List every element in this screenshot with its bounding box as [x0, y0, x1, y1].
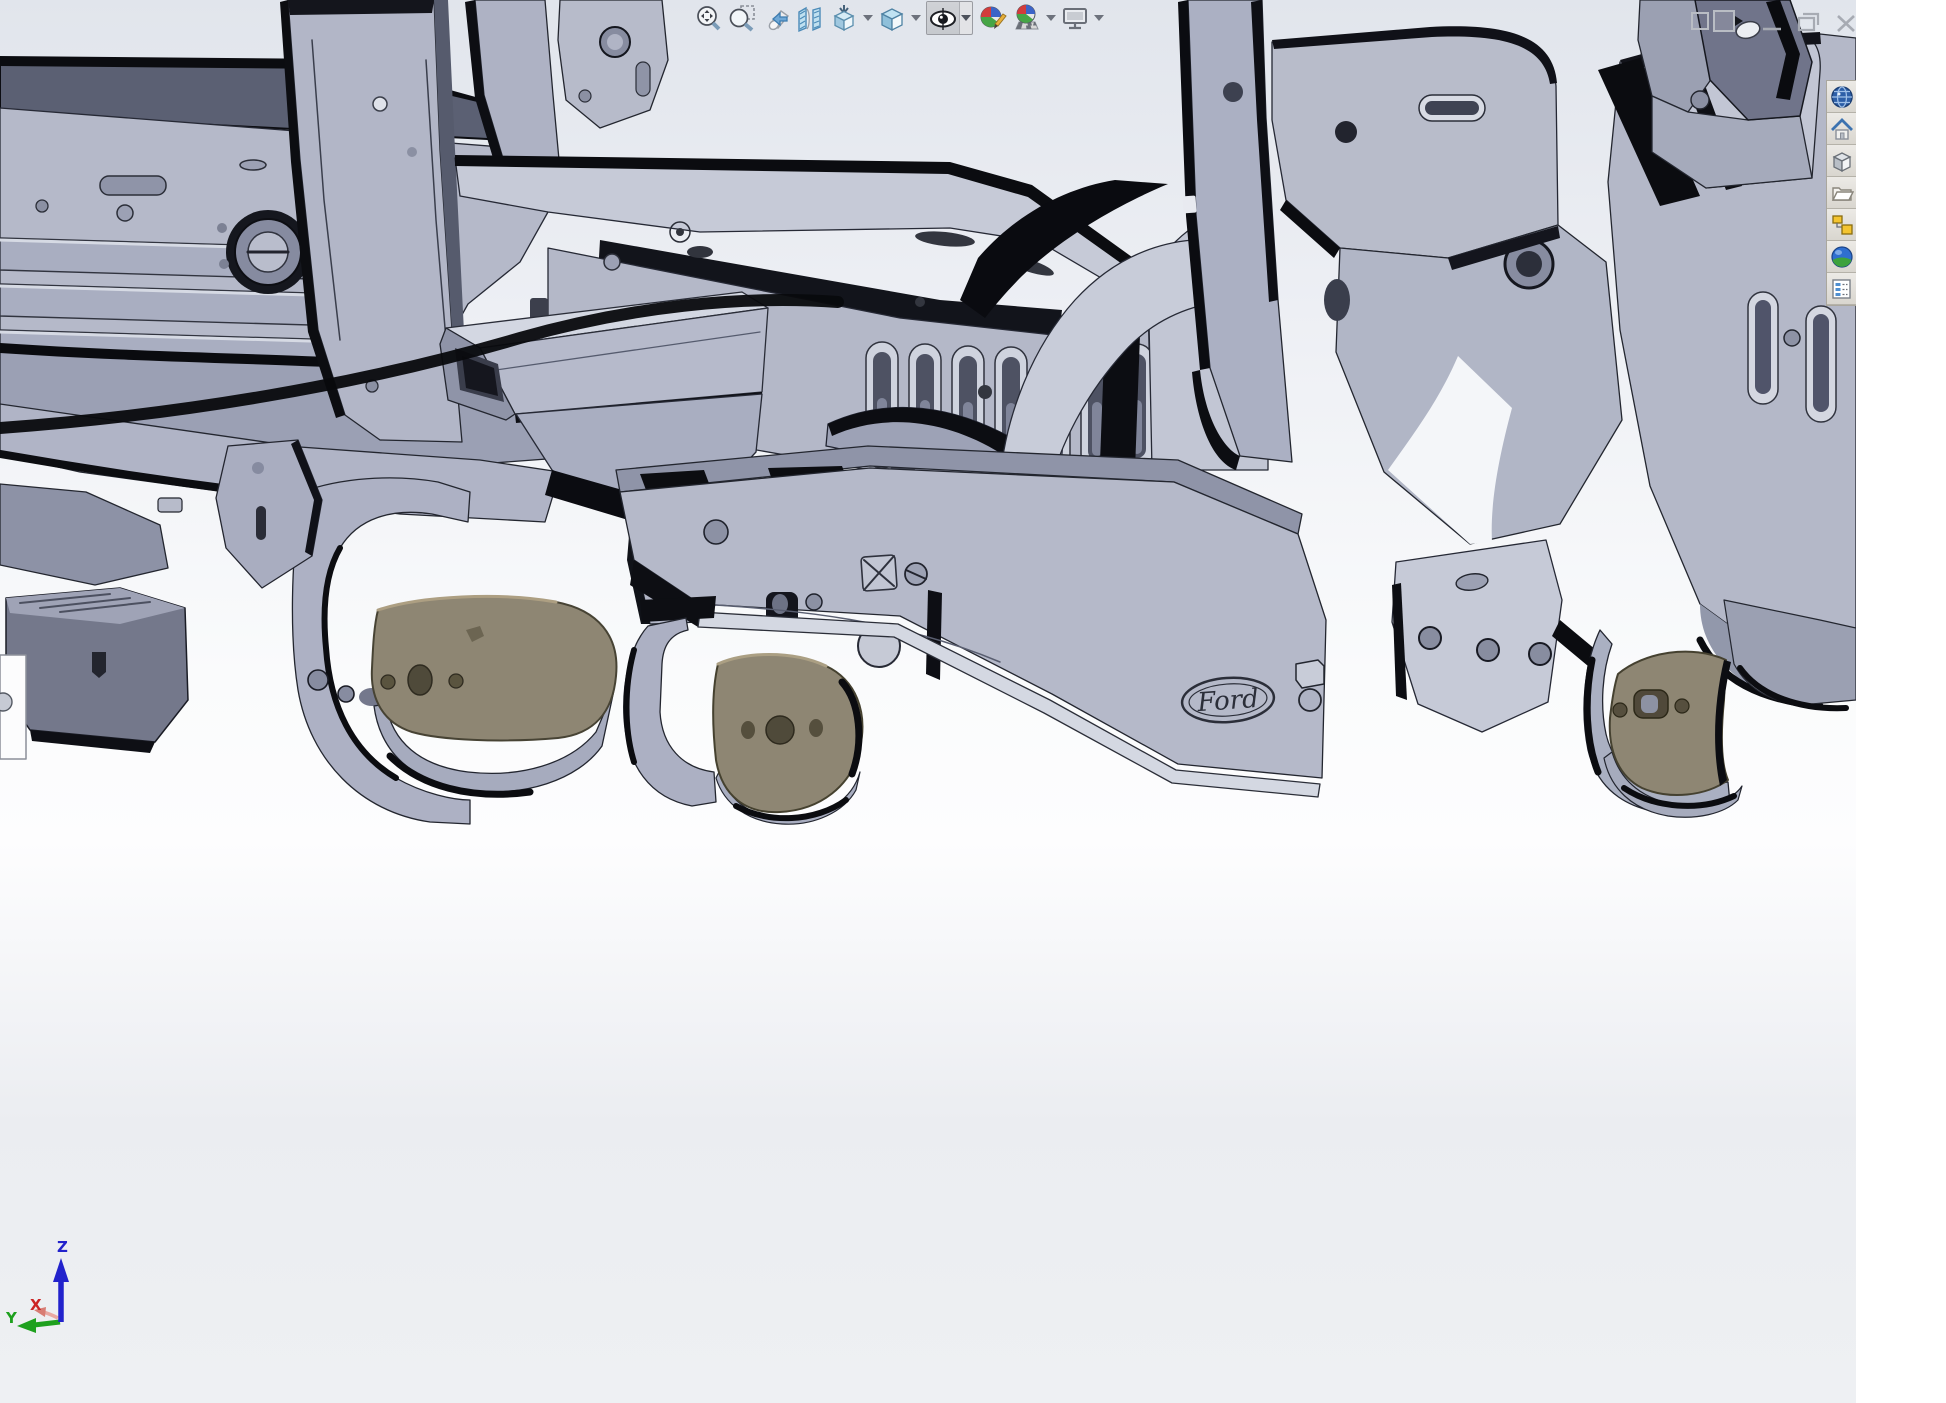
folder-icon	[1830, 181, 1854, 205]
shaded-cube-icon	[877, 3, 907, 33]
chevron-down-icon	[961, 15, 971, 21]
task-pane-tab-view-palette[interactable]	[1827, 209, 1857, 241]
z-axis-label: Z	[57, 1238, 68, 1256]
close-icon[interactable]	[1838, 16, 1854, 31]
task-pane-tab-design-library[interactable]	[1827, 145, 1857, 177]
task-pane-tab-web-resources[interactable]	[1827, 81, 1857, 113]
window-ghost-icon	[1692, 13, 1708, 29]
z-axis-arrowhead	[53, 1258, 69, 1282]
section-cut-icon	[795, 3, 825, 33]
magnifier-fit-icon	[693, 3, 723, 33]
zoom-to-fit-button[interactable]	[692, 2, 724, 34]
eye-icon	[928, 3, 958, 33]
y-axis-arrowhead	[17, 1318, 36, 1333]
chevron-down-icon	[1046, 15, 1056, 21]
apply-scene-dropdown[interactable]	[1045, 2, 1057, 34]
zoom-to-area-button[interactable]	[726, 2, 758, 34]
latch-detail	[1296, 660, 1324, 688]
view-settings-button[interactable]	[1059, 2, 1091, 34]
graphics-area[interactable]: Ford	[0, 0, 1856, 1403]
lens-back-arrow-icon	[761, 3, 791, 33]
color-sphere-pencil-icon	[978, 3, 1008, 33]
palette-hierarchy-icon	[1830, 213, 1854, 237]
orientation-triad: Z Y X	[0, 1230, 110, 1370]
task-pane-tab-appearances-scenes[interactable]	[1827, 241, 1857, 273]
cube-orientation-icon	[829, 3, 859, 33]
task-pane-tab-strip	[1826, 80, 1857, 306]
apply-scene-button[interactable]	[1011, 2, 1043, 34]
library-box-icon	[1830, 149, 1854, 173]
chevron-down-icon	[911, 15, 921, 21]
hide-show-items-button[interactable]	[927, 2, 960, 34]
mount-bracket-right[interactable]	[1392, 540, 1562, 732]
application-window: Ford	[0, 0, 1946, 1403]
view-orientation-button[interactable]	[828, 2, 860, 34]
hide-show-items-group	[926, 1, 973, 35]
previous-view-button[interactable]	[760, 2, 792, 34]
properties-form-icon	[1830, 277, 1854, 301]
y-axis-label: Y	[5, 1309, 18, 1327]
display-style-dropdown[interactable]	[910, 2, 922, 34]
body-mount-pad-center[interactable]	[713, 655, 862, 825]
y-axis	[34, 1322, 60, 1325]
section-view-button[interactable]	[794, 2, 826, 34]
x-axis-label: X	[30, 1296, 42, 1314]
model-3d-view[interactable]: Ford	[0, 0, 1856, 1403]
task-pane-tab-solidworks-resources[interactable]	[1827, 113, 1857, 145]
window-ghost-icon	[1714, 11, 1734, 31]
magnifier-area-icon	[727, 3, 757, 33]
globe-icon	[1830, 85, 1854, 109]
scene-sphere-icon	[1012, 3, 1042, 33]
home-icon	[1830, 117, 1854, 141]
document-window-controls	[1685, 6, 1865, 38]
task-pane-tab-file-explorer[interactable]	[1827, 177, 1857, 209]
heads-up-view-toolbar	[692, 1, 1105, 35]
view-settings-dropdown[interactable]	[1093, 2, 1105, 34]
body-mount-pad-left[interactable]	[372, 596, 617, 794]
chevron-down-icon	[863, 15, 873, 21]
appearance-sphere-icon	[1830, 245, 1854, 269]
display-style-button[interactable]	[876, 2, 908, 34]
bumper-bracket-bottom-left[interactable]	[0, 484, 188, 759]
ford-logo-text: Ford	[1195, 684, 1259, 718]
flyout-arrow-icon	[1735, 16, 1743, 26]
task-pane-tab-custom-properties[interactable]	[1827, 273, 1857, 305]
edit-appearance-button[interactable]	[977, 2, 1009, 34]
view-orientation-dropdown[interactable]	[862, 2, 874, 34]
hide-show-items-dropdown[interactable]	[960, 2, 972, 34]
restore-down-icon[interactable]	[1799, 14, 1818, 30]
monitor-icon	[1060, 3, 1090, 33]
task-pane-collapsed-area[interactable]	[1856, 0, 1946, 1403]
chevron-down-icon	[1094, 15, 1104, 21]
